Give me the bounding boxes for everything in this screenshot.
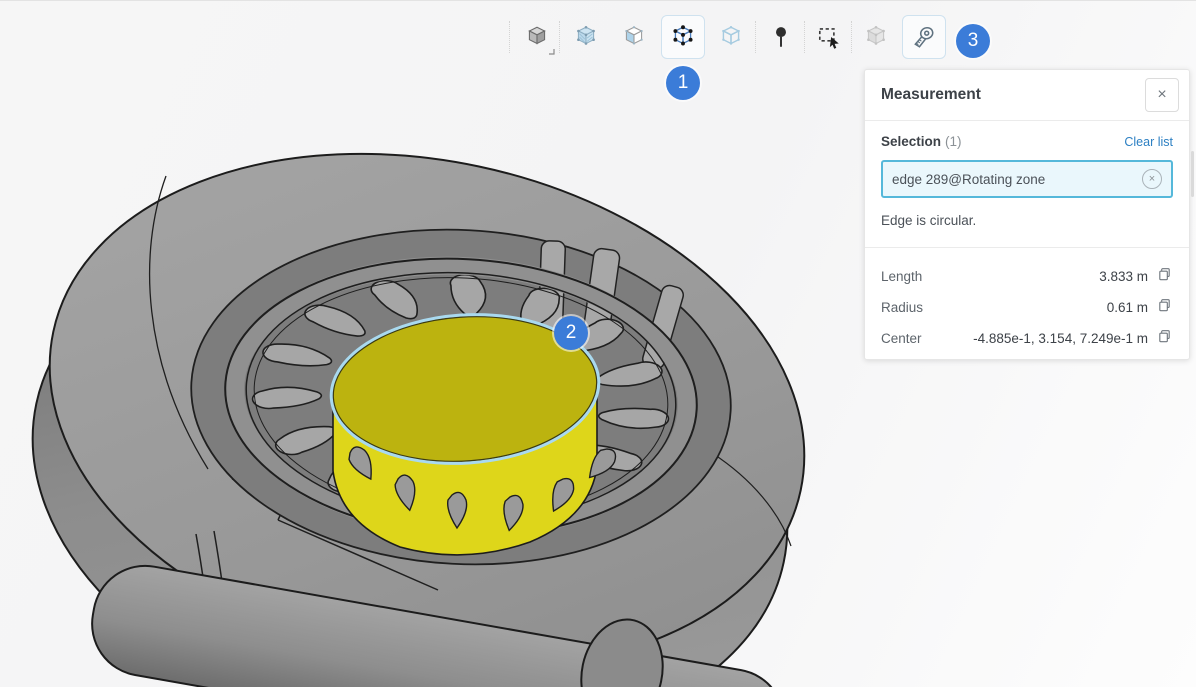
measurement-panel: Measurement × Selection (1) Clear list e… — [864, 69, 1190, 360]
remove-icon: × — [1149, 173, 1155, 185]
pin-icon — [768, 24, 794, 50]
dropdown-corner-icon — [547, 47, 555, 55]
panel-header: Measurement × — [865, 70, 1189, 121]
scrollbar-thumb[interactable] — [1191, 151, 1194, 197]
select-edge-button[interactable] — [661, 15, 705, 59]
toolbar-separator — [509, 21, 510, 53]
radius-label: Radius — [881, 300, 951, 315]
measure-button[interactable] — [902, 15, 946, 59]
select-vertex-button[interactable] — [709, 15, 753, 59]
close-icon: × — [1157, 86, 1166, 103]
copy-center-button[interactable] — [1155, 329, 1173, 347]
step-badge-2: 2 — [554, 316, 588, 350]
measurement-row-center: Center -4.885e-1, 3.154, 7.249e-1 m — [881, 329, 1173, 347]
close-button[interactable]: × — [1145, 78, 1179, 112]
measurement-results: Length 3.833 m Radius 0.61 m Center -4.8… — [865, 247, 1189, 359]
box-select-button[interactable] — [807, 15, 851, 59]
selection-count: (1) — [945, 134, 962, 149]
select-volume-button[interactable] — [564, 15, 608, 59]
box-select-icon — [816, 24, 842, 50]
select-face-button[interactable] — [612, 15, 656, 59]
cube-hatched-icon — [573, 24, 599, 50]
copy-icon — [1157, 329, 1172, 344]
panel-title: Measurement — [881, 86, 981, 104]
cube-disabled-icon — [863, 24, 889, 50]
selected-entity-name: edge 289@Rotating zone — [892, 172, 1045, 187]
cube-face-icon — [621, 24, 647, 50]
select-hidden-button[interactable] — [854, 15, 898, 59]
remove-selection-button[interactable]: × — [1142, 169, 1162, 189]
length-label: Length — [881, 269, 951, 284]
select-body-button[interactable] — [515, 15, 559, 59]
toolbar-separator — [559, 21, 560, 53]
toolbar-separator — [851, 21, 852, 53]
copy-length-button[interactable] — [1155, 267, 1173, 285]
toolbar-separator — [755, 21, 756, 53]
copy-icon — [1157, 298, 1172, 313]
toolbar-separator — [804, 21, 805, 53]
step-badge-1: 1 — [666, 66, 700, 100]
measurement-row-length: Length 3.833 m — [881, 267, 1173, 285]
edge-type-description: Edge is circular. — [881, 213, 1173, 228]
step-badge-3: 3 — [956, 24, 990, 58]
copy-radius-button[interactable] — [1155, 298, 1173, 316]
measure-tape-icon — [911, 24, 937, 50]
probe-point-button[interactable] — [759, 15, 803, 59]
selection-label: Selection — [881, 134, 941, 149]
measurement-row-radius: Radius 0.61 m — [881, 298, 1173, 316]
cube-edges-icon — [670, 24, 696, 50]
clear-list-link[interactable]: Clear list — [1124, 135, 1173, 149]
copy-icon — [1157, 267, 1172, 282]
selected-entity-chip[interactable]: edge 289@Rotating zone × — [881, 160, 1173, 198]
center-value: -4.885e-1, 3.154, 7.249e-1 m — [973, 331, 1148, 346]
length-value: 3.833 m — [1099, 269, 1148, 284]
radius-value: 0.61 m — [1107, 300, 1148, 315]
cube-outline-icon — [718, 24, 744, 50]
center-label: Center — [881, 331, 951, 346]
